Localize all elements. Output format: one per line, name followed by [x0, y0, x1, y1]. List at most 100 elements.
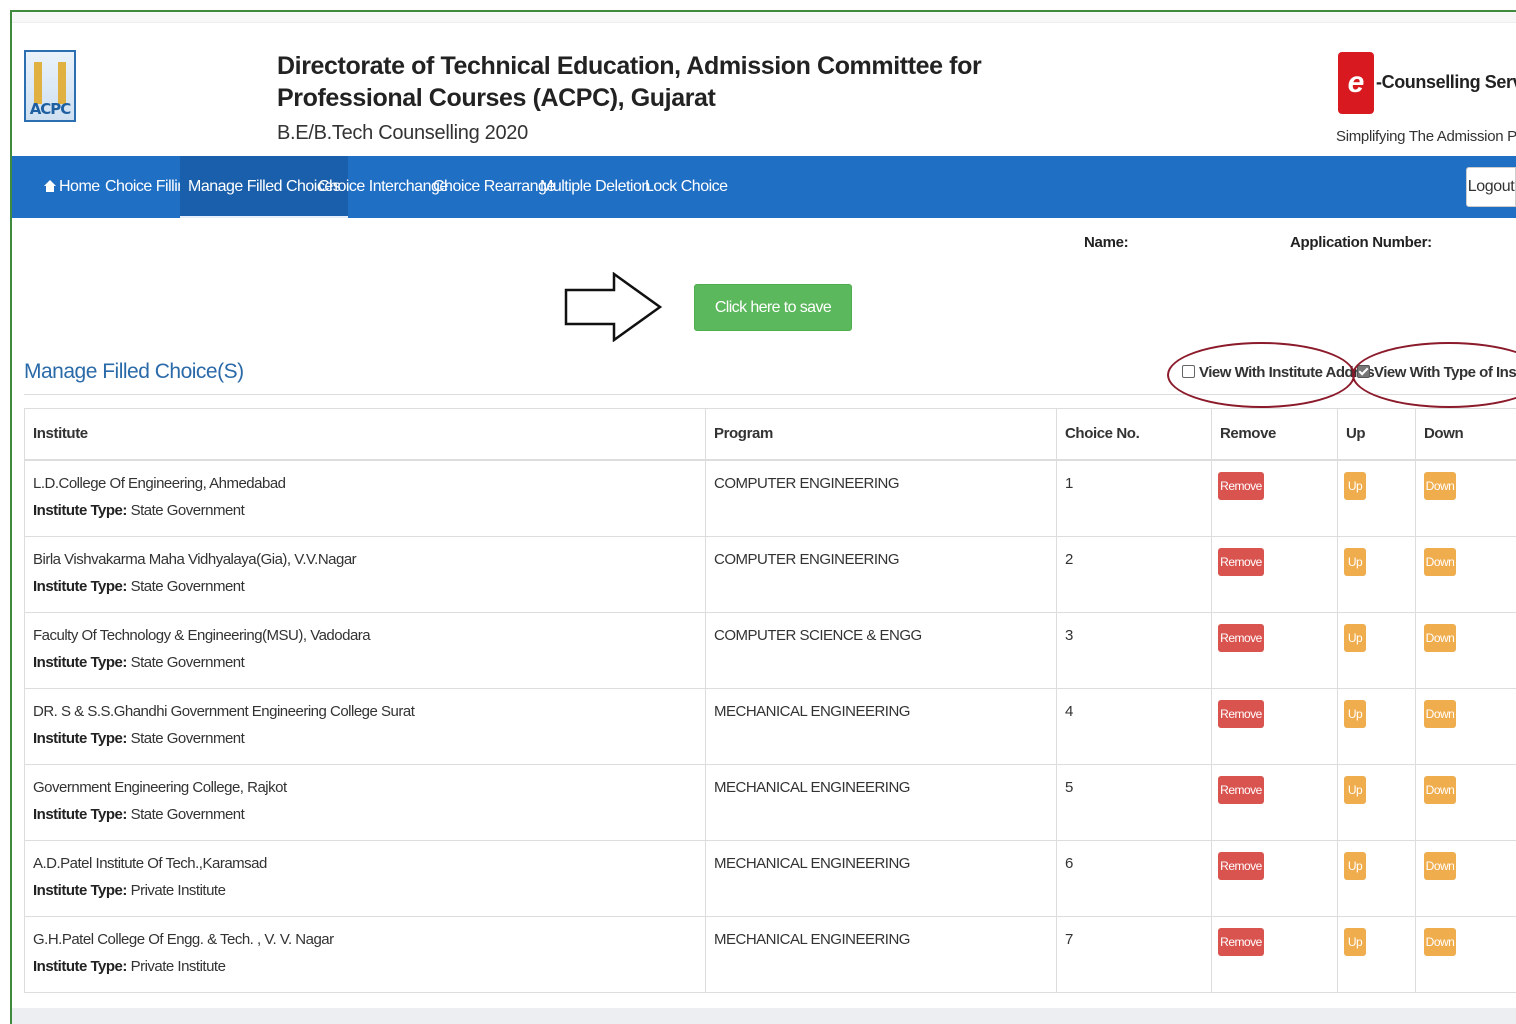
up-button[interactable]: Up — [1344, 548, 1366, 576]
institute-type: Institute Type: State Government — [33, 806, 245, 823]
cell-program: MECHANICAL ENGINEERING — [706, 689, 1057, 764]
acpc-logo-text: ACPC — [29, 100, 72, 118]
down-button[interactable]: Down — [1424, 700, 1456, 728]
up-button[interactable]: Up — [1344, 700, 1366, 728]
institute-type-key: Institute Type: — [33, 806, 127, 823]
table-row: DR. S & S.S.Ghandhi Government Engineeri… — [24, 689, 1516, 765]
e-counselling-logo-text: -Counselling Services — [1376, 72, 1516, 92]
institute-type-key: Institute Type: — [33, 502, 127, 519]
cell-program: COMPUTER SCIENCE & ENGG — [706, 613, 1057, 688]
cell-up: Up — [1338, 765, 1416, 840]
program-name: MECHANICAL ENGINEERING — [714, 779, 910, 796]
cell-choice-no: 1 — [1057, 461, 1212, 536]
cell-up: Up — [1338, 689, 1416, 764]
cell-institute: A.D.Patel Institute Of Tech.,Karamsad In… — [25, 841, 706, 916]
logo-pillar-right — [58, 62, 66, 104]
down-button[interactable]: Down — [1424, 852, 1456, 880]
institute-type-key: Institute Type: — [33, 654, 127, 671]
cell-choice-no: 4 — [1057, 689, 1212, 764]
cell-remove: Remove — [1212, 765, 1338, 840]
cell-up: Up — [1338, 917, 1416, 992]
nav-choice-interchange[interactable]: Choice Interchange — [318, 156, 448, 218]
down-button[interactable]: Down — [1424, 624, 1456, 652]
table-row: Birla Vishvakarma Maha Vidhyalaya(Gia), … — [24, 537, 1516, 613]
cell-down: Down — [1416, 461, 1516, 536]
remove-button[interactable]: Remove — [1218, 472, 1264, 500]
cell-down: Down — [1416, 917, 1516, 992]
choice-number: 4 — [1065, 703, 1073, 720]
table-row: L.D.College Of Engineering, Ahmedabad In… — [24, 461, 1516, 537]
save-changes-button[interactable]: Click here to save changes — [694, 284, 852, 361]
institute-type-value: State Government — [130, 578, 245, 595]
cell-institute: L.D.College Of Engineering, Ahmedabad In… — [25, 461, 706, 536]
e-counselling-tagline: Simplifying The Admission Process — [1336, 128, 1516, 145]
remove-button[interactable]: Remove — [1218, 548, 1264, 576]
institute-name: Faculty Of Technology & Engineering(MSU)… — [33, 627, 371, 644]
up-button[interactable]: Up — [1344, 624, 1366, 652]
application-number-label: Application Number: — [1290, 234, 1432, 251]
highlight-ring-type — [1352, 342, 1516, 408]
acpc-logo: ACPC — [24, 50, 76, 122]
site-header: ACPC Directorate of Technical Education,… — [12, 22, 1516, 156]
cell-program: MECHANICAL ENGINEERING — [706, 917, 1057, 992]
cell-choice-no: 7 — [1057, 917, 1212, 992]
logout-button[interactable]: Logout — [1466, 167, 1516, 207]
footer-strip — [12, 1008, 1516, 1024]
institute-type-value: Private Institute — [130, 882, 226, 899]
name-label: Name: — [1084, 234, 1129, 251]
home-icon — [44, 180, 56, 192]
remove-button[interactable]: Remove — [1218, 928, 1264, 956]
cell-remove: Remove — [1212, 917, 1338, 992]
down-button[interactable]: Down — [1424, 776, 1456, 804]
institute-name: DR. S & S.S.Ghandhi Government Engineeri… — [33, 703, 415, 720]
remove-button[interactable]: Remove — [1218, 776, 1264, 804]
nav-choice-rearrange[interactable]: Choice Rearrange — [433, 156, 555, 218]
up-button[interactable]: Up — [1344, 928, 1366, 956]
cell-remove: Remove — [1212, 613, 1338, 688]
cell-down: Down — [1416, 841, 1516, 916]
institute-name: L.D.College Of Engineering, Ahmedabad — [33, 475, 286, 492]
nav-lock-choice[interactable]: Lock Choice — [645, 156, 728, 218]
cell-institute: Faculty Of Technology & Engineering(MSU)… — [25, 613, 706, 688]
up-button[interactable]: Up — [1344, 852, 1366, 880]
cell-remove: Remove — [1212, 689, 1338, 764]
cell-down: Down — [1416, 613, 1516, 688]
nav-multiple-deletion[interactable]: Multiple Deletion — [540, 156, 650, 218]
table-row: Faculty Of Technology & Engineering(MSU)… — [24, 613, 1516, 689]
up-button[interactable]: Up — [1344, 776, 1366, 804]
cell-up: Up — [1338, 841, 1416, 916]
program-name: COMPUTER ENGINEERING — [714, 475, 900, 492]
header-institute: Institute — [25, 409, 706, 459]
cell-program: MECHANICAL ENGINEERING — [706, 765, 1057, 840]
highlight-ring-address — [1167, 342, 1355, 408]
institute-type: Institute Type: Private Institute — [33, 882, 226, 899]
up-button[interactable]: Up — [1344, 472, 1366, 500]
cell-down: Down — [1416, 537, 1516, 612]
choices-table: Institute Program Choice No. Remove Up D… — [24, 408, 1516, 993]
cell-institute: Government Engineering College, Rajkot I… — [25, 765, 706, 840]
table-row: Government Engineering College, Rajkot I… — [24, 765, 1516, 841]
cell-institute: G.H.Patel College Of Engg. & Tech. , V. … — [25, 917, 706, 992]
cell-choice-no: 3 — [1057, 613, 1212, 688]
page-title-line-2: Professional Courses (ACPC), Gujarat — [277, 84, 716, 112]
cell-down: Down — [1416, 689, 1516, 764]
cell-program: COMPUTER ENGINEERING — [706, 461, 1057, 536]
cell-choice-no: 5 — [1057, 765, 1212, 840]
cell-up: Up — [1338, 461, 1416, 536]
nav-home[interactable]: Home — [44, 156, 100, 218]
institute-name: A.D.Patel Institute Of Tech.,Karamsad — [33, 855, 267, 872]
remove-button[interactable]: Remove — [1218, 852, 1264, 880]
down-button[interactable]: Down — [1424, 472, 1456, 500]
institute-type: Institute Type: State Government — [33, 654, 245, 671]
main-navbar: Home Choice Filling Manage Filled Choice… — [12, 156, 1516, 218]
table-header: Institute Program Choice No. Remove Up D… — [24, 409, 1516, 461]
e-counselling-logo: e -Counselling Services Simplifying The … — [1336, 52, 1516, 152]
cell-remove: Remove — [1212, 841, 1338, 916]
institute-name: G.H.Patel College Of Engg. & Tech. , V. … — [33, 931, 334, 948]
down-button[interactable]: Down — [1424, 928, 1456, 956]
header-choice-no: Choice No. — [1057, 409, 1212, 459]
table-row: G.H.Patel College Of Engg. & Tech. , V. … — [24, 917, 1516, 993]
remove-button[interactable]: Remove — [1218, 700, 1264, 728]
remove-button[interactable]: Remove — [1218, 624, 1264, 652]
down-button[interactable]: Down — [1424, 548, 1456, 576]
